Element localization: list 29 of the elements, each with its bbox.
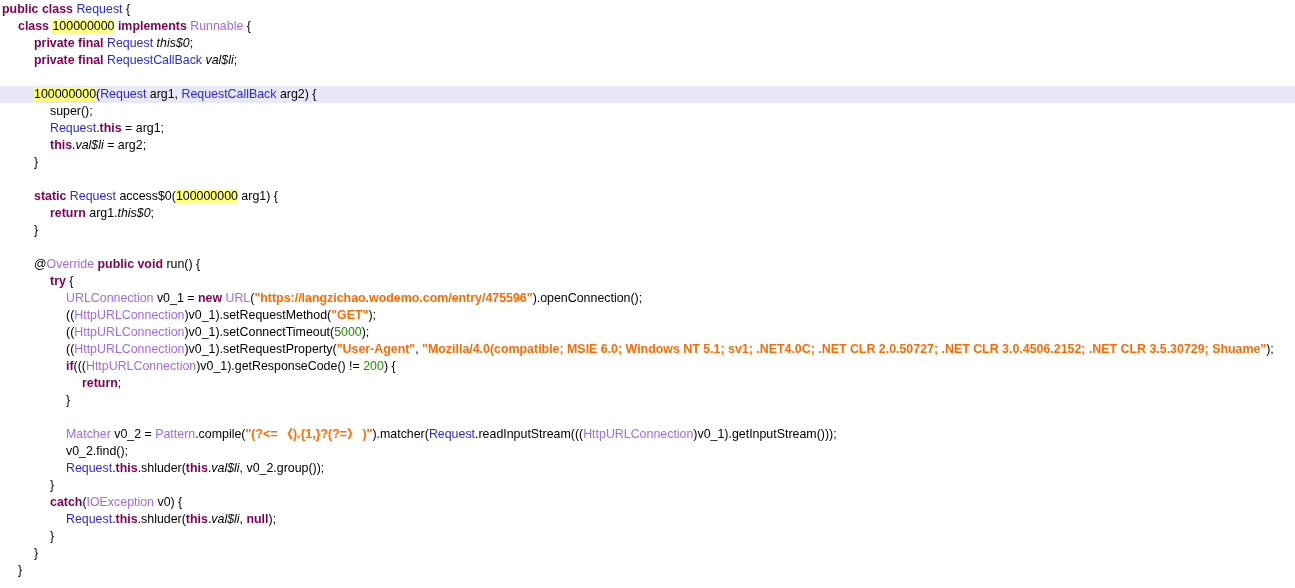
code-line: Request.this.shluder(this.val$li, null); [65, 511, 278, 528]
code-line: } [33, 545, 40, 562]
code-line: private final RequestCallBack val$li; [33, 52, 239, 69]
code-line: this.val$li = arg2; [49, 137, 148, 154]
code-line: } [65, 392, 72, 409]
code-line: return; [81, 375, 123, 392]
code-line: Matcher v0_2 = Pattern.compile("(?<= 《).{1,}?(?=》 )").matcher(Request.readInputStream(((HttpURLConnection)v0_1).getInputStream())); [65, 426, 838, 443]
code-line: class 100000000 implements Runnable { [17, 18, 252, 35]
code-line: catch(IOException v0) { [49, 494, 184, 511]
code-line: Request.this = arg1; [49, 120, 165, 137]
code-line: URLConnection v0_1 = new URL("https://langzichao.wodemo.com/entry/475596").openConnection(); [65, 290, 644, 307]
code-line: Request.this.shluder(this.val$li, v0_2.group()); [65, 460, 326, 477]
code-line: } [33, 222, 40, 239]
code-line: @Override public void run() { [33, 256, 202, 273]
code-line: } [33, 154, 40, 171]
code-line: private final Request this$0; [33, 35, 195, 52]
code-line: ((HttpURLConnection)v0_1).setConnectTimeout(5000); [65, 324, 371, 341]
code-line: static Request access$0(100000000 arg1) { [33, 188, 279, 205]
code-line: try { [49, 273, 75, 290]
code-line: public class Request { [1, 1, 132, 18]
code-line: return arg1.this$0; [49, 205, 156, 222]
code-line: } [49, 528, 56, 545]
code-line: super(); [49, 103, 94, 120]
code-line: } [49, 477, 56, 494]
code-line: ((HttpURLConnection)v0_1).setRequestMethod("GET"); [65, 307, 377, 324]
code-line: if(((HttpURLConnection)v0_1).getResponseCode() != 200) { [65, 358, 397, 375]
code-line: v0_2.find(); [65, 443, 129, 460]
code-line: } [17, 562, 24, 579]
code-line: ((HttpURLConnection)v0_1).setRequestProperty("User-Agent", "Mozilla/4.0(compatible; MSIE 6.0; Windows NT 5.1; sv1; .NET4.0C; .NET CLR 2.0.50727; .NET CLR 3.0.4506.2152; .NET CLR 3.5.30729; Shuame"); [65, 341, 1275, 358]
